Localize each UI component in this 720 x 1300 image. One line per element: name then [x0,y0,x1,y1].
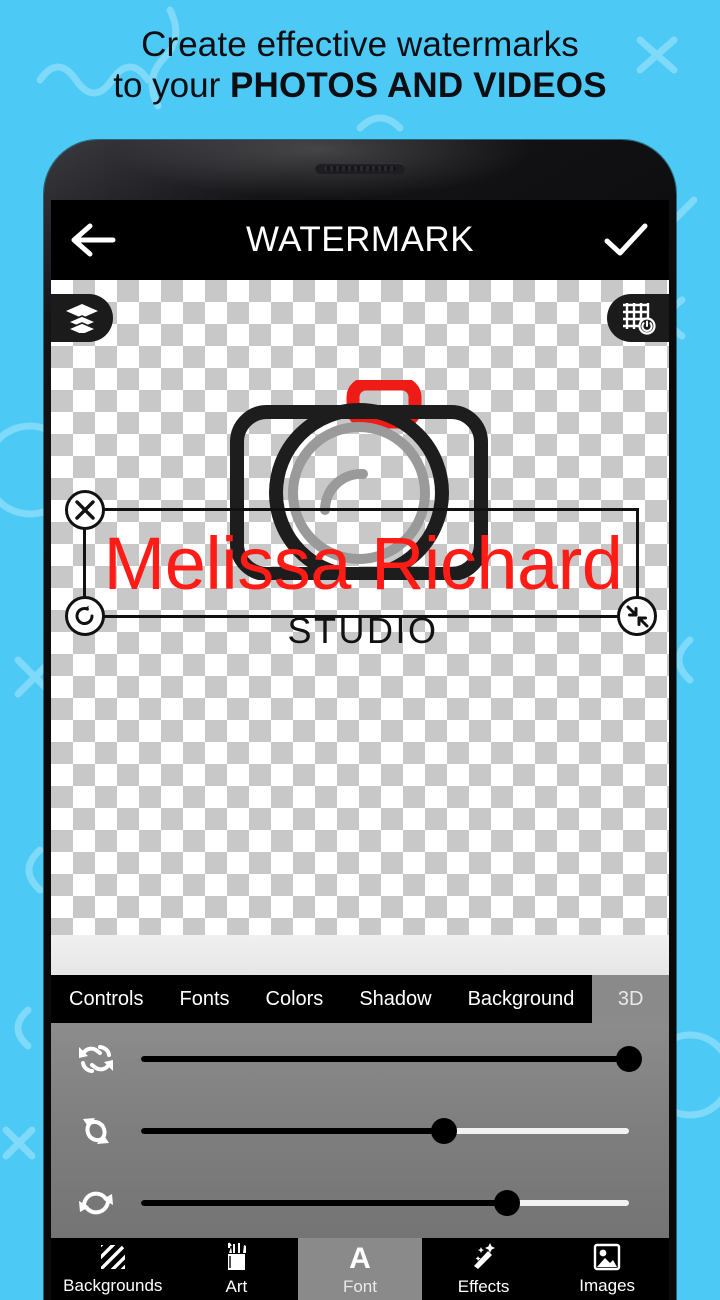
pencil-cup-icon [228,1241,247,1270]
resize-icon [626,605,649,628]
back-button[interactable] [51,200,137,280]
slider-fill [141,1200,507,1206]
promo-line-1: Create effective watermarks [141,24,579,64]
close-icon [75,500,95,520]
promo-headline: Create effective watermarks to your PHOT… [0,0,720,130]
close-handle[interactable] [65,490,105,530]
tab-fonts[interactable]: Fonts [161,975,247,1023]
diagonal-stripes-icon [100,1244,125,1269]
slider-row-flip-horizontal [51,1023,669,1095]
promo-line-2-prefix: to your [113,66,230,105]
phone-screen: WATERMARK Melissa Richard STUDIO Control… [51,200,669,1300]
nav-label: Backgrounds [63,1275,163,1295]
flip-horizontal-icon [51,1042,141,1076]
layers-icon [65,304,99,333]
selection-box[interactable] [65,490,657,636]
promo-line-2-bold: PHOTOS AND VIDEOS [229,66,607,105]
layers-button[interactable] [51,294,113,342]
slider-flip-vertical[interactable] [141,1116,629,1146]
magic-wand-icon [473,1242,495,1269]
nav-item-images[interactable]: Images [545,1238,669,1300]
grid-toggle-button[interactable] [607,294,669,342]
slider-row-flip-vertical [51,1095,669,1167]
canvas-bottom-fade [51,935,669,975]
slider-rotate-z[interactable] [141,1188,629,1218]
resize-handle[interactable] [617,596,657,636]
arrow-left-icon [71,223,116,257]
slider-knob[interactable] [430,1118,457,1144]
app-bar: WATERMARK [51,200,669,280]
svg-text:A: A [349,1242,371,1272]
tab-colors[interactable]: Colors [248,975,342,1023]
confirm-button[interactable] [583,200,669,280]
nav-item-backgrounds[interactable]: Backgrounds [51,1238,175,1300]
promo-line-2: to your PHOTOS AND VIDEOS [113,67,607,104]
tab-3d[interactable]: 3D [592,975,669,1023]
grid-power-icon [623,303,656,335]
tab-background[interactable]: Background [450,975,593,1023]
tab-controls[interactable]: Controls [51,975,161,1023]
rotate-icon [75,605,94,625]
tab-shadow[interactable]: Shadow [341,975,449,1023]
rotate-z-icon [51,1183,141,1223]
slider-fill [141,1128,444,1134]
slider-row-rotate-z [51,1167,669,1239]
nav-item-font[interactable]: A Font [298,1238,422,1300]
nav-item-art[interactable]: Art [174,1238,299,1300]
tab-bar: Controls Fonts Colors Shadow Background … [51,975,669,1023]
slider-knob[interactable] [494,1190,520,1216]
flip-vertical-icon [51,1109,141,1153]
bottom-navigation: Backgrounds Art A Font Effects Images [51,1238,669,1300]
phone-mockup: WATERMARK Melissa Richard STUDIO Control… [44,140,676,1300]
slider-panel [51,1023,669,1238]
picture-icon [593,1243,621,1270]
slider-fill [141,1056,629,1062]
slider-flip-horizontal[interactable] [141,1044,642,1074]
nav-item-effects[interactable]: Effects [421,1238,546,1300]
page-title: WATERMARK [245,220,475,259]
phone-earpiece-mesh [324,166,396,171]
letter-a-icon: A [349,1242,371,1272]
nav-label: Images [579,1275,636,1295]
check-icon [604,223,648,256]
editor-canvas[interactable]: Melissa Richard STUDIO [51,280,669,975]
rotate-handle[interactable] [65,596,105,636]
slider-knob[interactable] [616,1046,642,1072]
